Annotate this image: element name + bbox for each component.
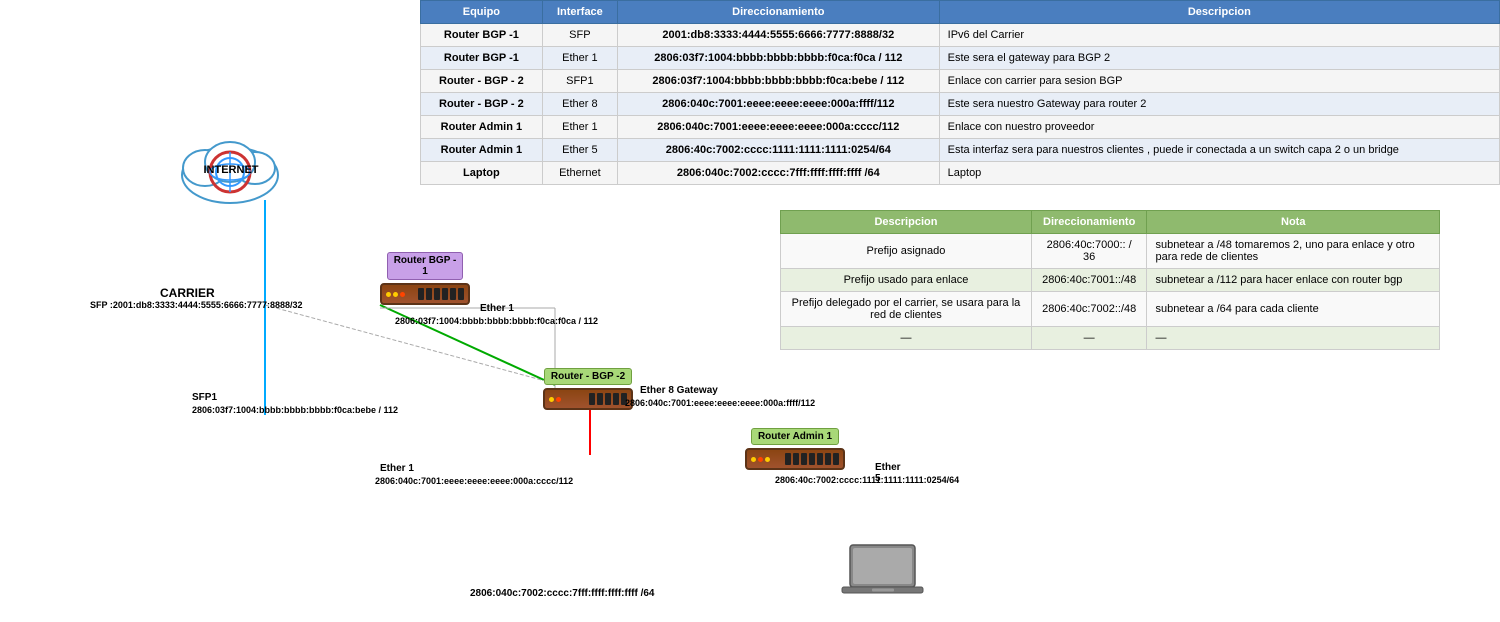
table2-cell: 2806:40c:7002::/48 [1031,292,1147,327]
table2-cell: Prefijo delegado por el carrier, se usar… [781,292,1032,327]
router-bgp1: Router BGP -1 [380,252,470,305]
ether1-admin-label: Ether 1 [380,463,414,474]
table2-cell: Prefijo usado para enlace [781,269,1032,292]
table2-cell: — [781,327,1032,350]
ether1-bgp1-label: Ether 1 [480,303,514,314]
table2-row: Prefijo asignado2806:40c:7000:: / 36subn… [781,234,1440,269]
table2-row: Prefijo usado para enlace2806:40c:7001::… [781,269,1440,292]
table2-cell: — [1147,327,1440,350]
table2-cell: 2806:40c:7000:: / 36 [1031,234,1147,269]
table2-cell: — [1031,327,1147,350]
router-bgp2: Router - BGP -2 [543,368,633,410]
table2: Descripcion Direccionamiento Nota Prefij… [780,210,1440,350]
carrier-addr: SFP :2001:db8:3333:4444:5555:6666:7777:8… [90,300,302,310]
ether1-bgp1-addr: 2806:03f7:1004:bbbb:bbbb:bbbb:f0ca:f0ca … [395,316,598,326]
table2-cell: 2806:40c:7001::/48 [1031,269,1147,292]
table2-row: Prefijo delegado por el carrier, se usar… [781,292,1440,327]
sfp1-addr: 2806:03f7:1004:bbbb:bbbb:bbbb:f0ca:bebe … [192,405,398,415]
table-cell: Enlace con nuestro proveedor [939,116,1499,139]
connections-svg [0,0,780,622]
laptop-addr: 2806:040c:7002:cccc:7fff:ffff:ffff:ffff … [470,588,655,599]
table-cell: IPv6 del Carrier [939,24,1499,47]
ether5-addr: 2806:40c:7002:cccc:1111:1111:1111:0254/6… [775,475,959,485]
ether8-label: Ether 8 Gateway [640,385,718,396]
router-admin1-label: Router Admin 1 [751,428,839,445]
col2-header-direccionamiento: Direccionamiento [1031,211,1147,234]
carrier-label: CARRIER [160,286,215,300]
col-header-descripcion: Descripcion [939,1,1499,24]
table2-section: Descripcion Direccionamiento Nota Prefij… [780,210,1440,350]
table2-cell: Prefijo asignado [781,234,1032,269]
col2-header-descripcion: Descripcion [781,211,1032,234]
table-cell: Enlace con carrier para sesion BGP [939,70,1499,93]
laptop-icon [840,540,930,613]
table2-cell: subnetear a /64 para cada cliente [1147,292,1440,327]
network-diagram: INTERNET CARRIER SFP :2001:db8:3333:4444… [0,0,780,622]
table-cell: Laptop [939,162,1499,185]
router-bgp2-label: Router - BGP -2 [544,368,632,385]
table2-row: ——— [781,327,1440,350]
table-cell: Este sera el gateway para BGP 2 [939,47,1499,70]
router-admin1: Router Admin 1 [745,428,845,470]
table-cell: Este sera nuestro Gateway para router 2 [939,93,1499,116]
table2-cell: subnetear a /112 para hacer enlace con r… [1147,269,1440,292]
table2-cell: subnetear a /48 tomaremos 2, uno para en… [1147,234,1440,269]
router-bgp1-label: Router BGP -1 [387,252,464,280]
col2-header-nota: Nota [1147,211,1440,234]
table-cell: Esta interfaz sera para nuestros cliente… [939,139,1499,162]
internet-label: INTERNET [196,164,266,176]
ether1-admin-addr: 2806:040c:7001:eeee:eeee:eeee:000a:cccc/… [375,476,573,486]
sfp1-label: SFP1 [192,392,217,403]
ether8-addr: 2806:040c:7001:eeee:eeee:eeee:000a:ffff/… [625,398,815,408]
